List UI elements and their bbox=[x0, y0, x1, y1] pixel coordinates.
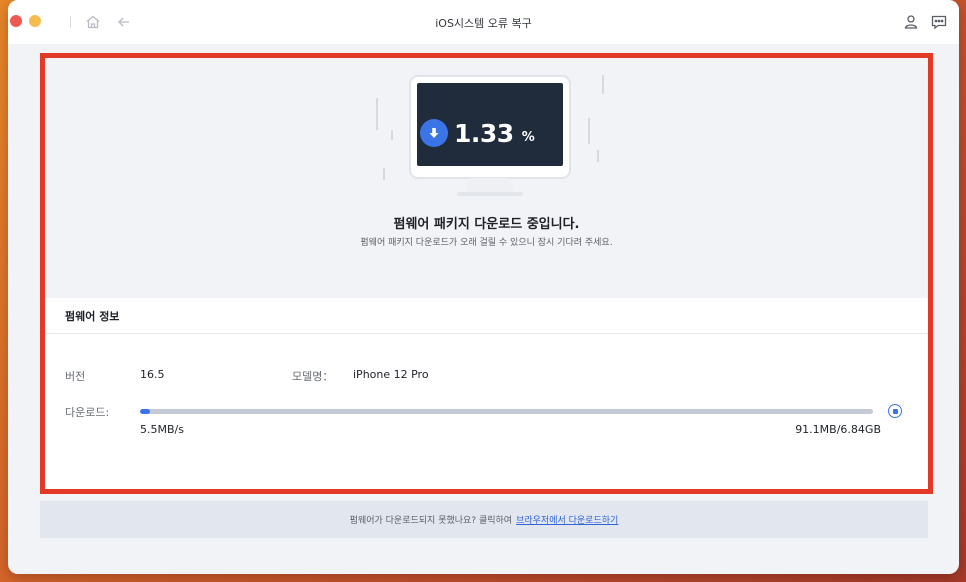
firmware-info-card: 펌웨어 정보 버전 16.5 모델명： iPhone 12 Pro 다운로드: … bbox=[45, 298, 928, 489]
download-status-subtitle: 펌웨어 패키지 다운로드가 오래 걸릴 수 있으니 잠시 기다려 주세요. bbox=[360, 238, 613, 248]
percent-value: 1.33 bbox=[454, 118, 514, 148]
feedback-icon[interactable] bbox=[929, 12, 949, 32]
footer-text: 펌웨어가 다운로드되지 못했나요? 클릭하여 bbox=[349, 516, 513, 526]
title-bar: iOS시스템 오류 복구 bbox=[8, 0, 959, 44]
download-label: 다운로드: bbox=[65, 406, 110, 419]
download-status-title: 펌웨어 패키지 다운로드 중입니다. bbox=[393, 217, 580, 232]
download-arrow-icon bbox=[420, 119, 448, 147]
user-icon[interactable] bbox=[901, 12, 921, 32]
app-window: iOS시스템 오류 복구 1.33 % 펌웨어 패키지 다운로드 중입니다. 펌… bbox=[8, 0, 959, 574]
download-speed: 5.5MB/s bbox=[140, 423, 184, 436]
download-panel: 1.33 % 펌웨어 패키지 다운로드 중입니다. 펌웨어 패키지 다운로드가 … bbox=[40, 53, 933, 494]
footer-help-bar: 펌웨어가 다운로드되지 못했나요? 클릭하여 브라우저에서 다운로드하기 bbox=[40, 501, 928, 538]
model-label: 모델명： bbox=[292, 370, 334, 383]
download-progress-fill bbox=[140, 409, 150, 414]
browser-download-link[interactable]: 브라우저에서 다운로드하기 bbox=[516, 513, 618, 526]
window-title: iOS시스템 오류 복구 bbox=[435, 17, 532, 30]
download-hero: 1.33 % 펌웨어 패키지 다운로드 중입니다. 펌웨어 패키지 다운로드가 … bbox=[45, 58, 928, 298]
stop-icon bbox=[892, 408, 898, 414]
progress-percentage: 1.33 % bbox=[420, 113, 535, 153]
download-progress-bar bbox=[140, 409, 873, 414]
version-label: 버전 bbox=[65, 370, 86, 383]
firmware-info-heading: 펌웨어 정보 bbox=[45, 298, 928, 334]
download-size: 91.1MB/6.84GB bbox=[795, 423, 881, 436]
stop-download-button[interactable] bbox=[888, 404, 902, 418]
version-value: 16.5 bbox=[140, 368, 165, 381]
model-value: iPhone 12 Pro bbox=[353, 368, 429, 381]
percent-unit: % bbox=[521, 130, 535, 145]
